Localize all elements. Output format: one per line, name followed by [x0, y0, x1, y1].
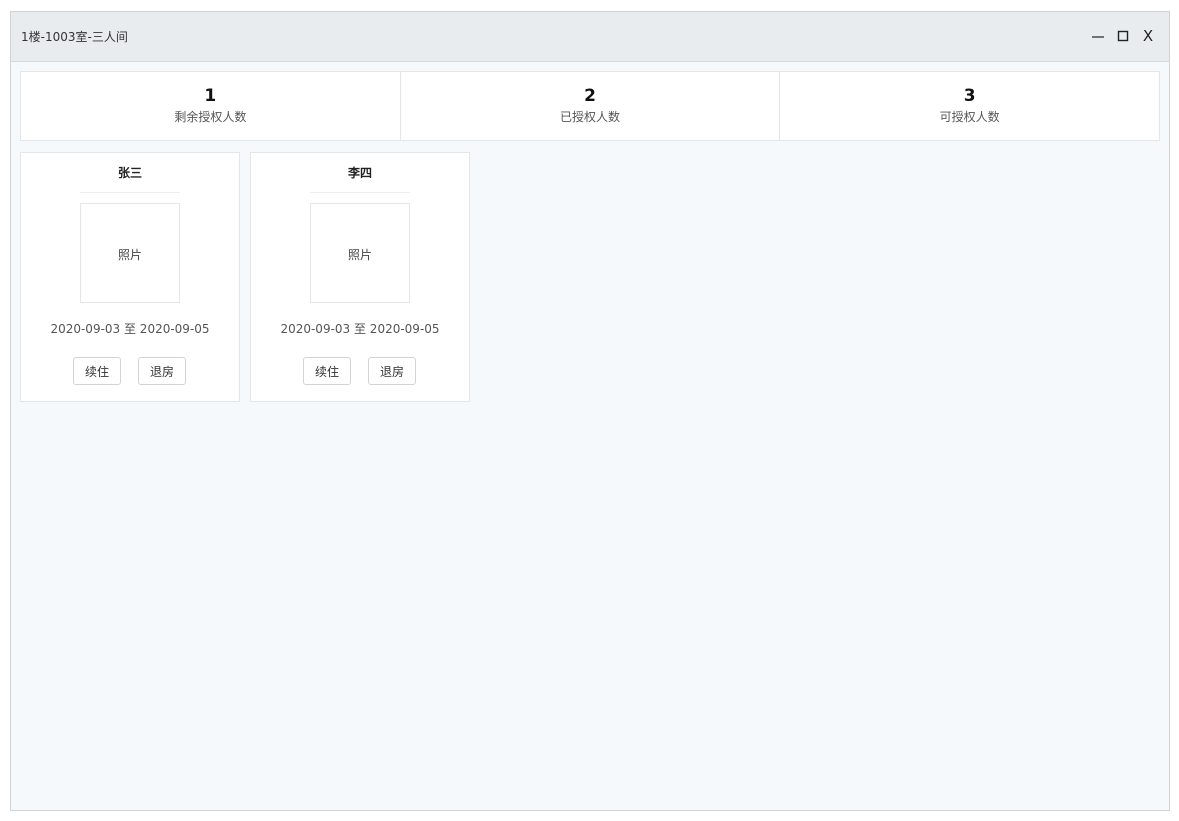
stat-available-label: 可授权人数 [939, 110, 1000, 124]
guest-photo: 照片 [80, 203, 180, 303]
renew-button[interactable]: 续住 [303, 357, 351, 385]
stay-dates: 2020-09-03 至 2020-09-05 [50, 322, 210, 336]
divider [80, 192, 180, 193]
minimize-icon [1092, 36, 1104, 38]
divider [310, 192, 410, 193]
renew-button[interactable]: 续住 [73, 357, 121, 385]
stat-remaining-value: 1 [204, 86, 217, 106]
stat-authorized: 2 已授权人数 [401, 72, 781, 140]
minimize-button[interactable] [1088, 26, 1108, 46]
window-title: 1楼-1003室-三人间 [21, 30, 128, 44]
close-icon: X [1142, 27, 1154, 45]
title-bar: 1楼-1003室-三人间 X [11, 12, 1169, 62]
guest-card: 张三 照片 2020-09-03 至 2020-09-05 续住 退房 [20, 152, 240, 402]
guest-photo: 照片 [310, 203, 410, 303]
guest-name: 张三 [117, 166, 142, 180]
stat-remaining-label: 剩余授权人数 [174, 110, 247, 124]
close-button[interactable]: X [1138, 26, 1158, 46]
maximize-button[interactable] [1113, 26, 1133, 46]
room-window: 1楼-1003室-三人间 X 1 剩余授权人数 2 已授权人数 3 可授权人数 [10, 11, 1170, 811]
stat-authorized-label: 已授权人数 [560, 110, 621, 124]
checkout-button[interactable]: 退房 [368, 357, 416, 385]
guest-name: 李四 [347, 166, 372, 180]
authorization-stats: 1 剩余授权人数 2 已授权人数 3 可授权人数 [20, 71, 1160, 141]
checkout-button[interactable]: 退房 [138, 357, 186, 385]
guest-card: 李四 照片 2020-09-03 至 2020-09-05 续住 退房 [250, 152, 470, 402]
stay-dates: 2020-09-03 至 2020-09-05 [280, 322, 440, 336]
stat-available: 3 可授权人数 [780, 72, 1159, 140]
maximize-icon [1117, 30, 1129, 42]
photo-placeholder: 照片 [347, 248, 372, 262]
photo-placeholder: 照片 [117, 248, 142, 262]
stat-authorized-value: 2 [584, 86, 596, 106]
stat-remaining: 1 剩余授权人数 [21, 72, 401, 140]
stat-available-value: 3 [963, 86, 976, 106]
